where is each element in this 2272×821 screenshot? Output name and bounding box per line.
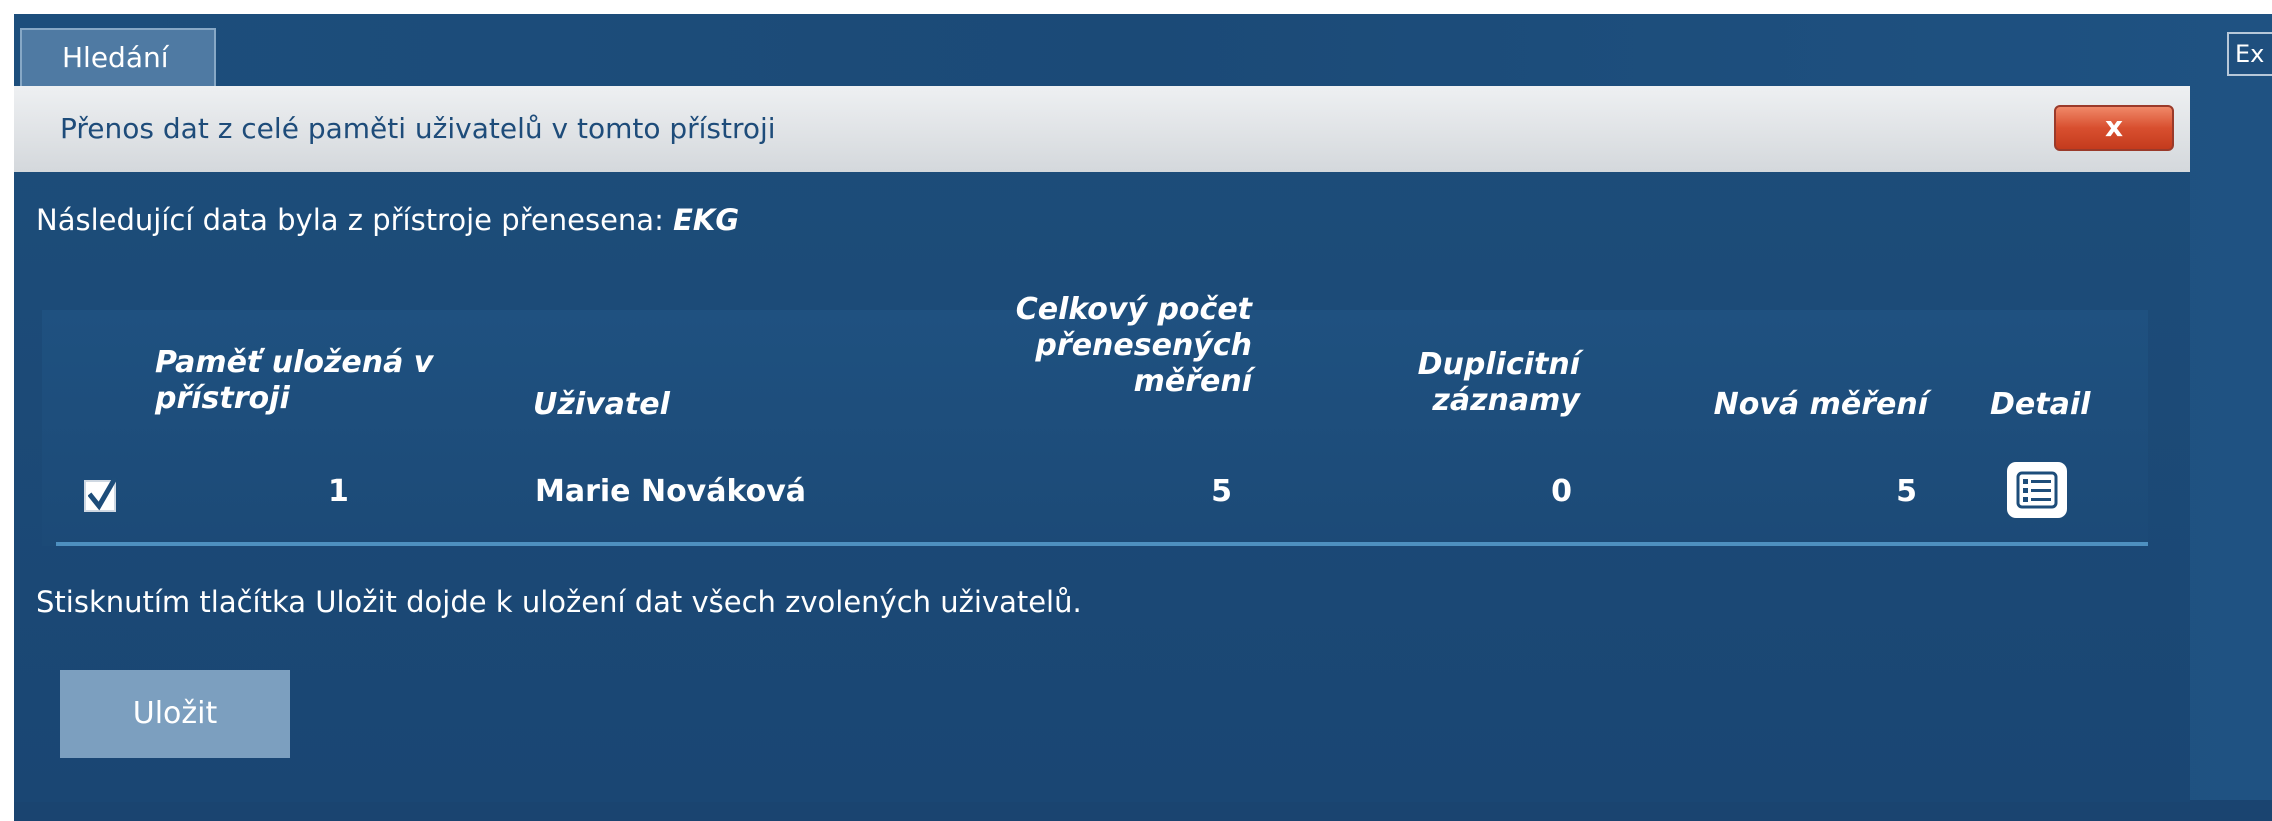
col-header-dup-line2: záznamy: [1432, 383, 1580, 418]
exit-button[interactable]: Ex: [2227, 32, 2272, 76]
col-header-memory-line2: přístroji: [155, 381, 290, 416]
list-icon: [2016, 471, 2058, 509]
transfer-info-text: Následující data byla z přístroje přenes…: [36, 203, 664, 237]
col-header-detail: Detail: [1990, 387, 2091, 422]
row-select-checkbox[interactable]: [84, 478, 118, 512]
app-bottom-band: [14, 800, 2272, 821]
save-button[interactable]: Uložit: [60, 670, 290, 758]
col-header-total-line3: měření: [1133, 364, 1252, 399]
col-header-memory-line1: Paměť uložená v: [155, 345, 434, 380]
cell-total: 5: [1211, 474, 1232, 509]
close-icon: x: [2104, 110, 2124, 143]
table-divider: [56, 542, 2148, 546]
cell-user: Marie Nováková: [535, 474, 807, 509]
col-header-new: Nová měření: [1713, 387, 1928, 422]
detail-button[interactable]: [2007, 462, 2067, 518]
col-header-total: Celkový počet přenesených měření: [980, 292, 1252, 400]
col-header-memory: Paměť uložená v přístroji: [155, 345, 433, 417]
save-hint-text: Stisknutím tlačítka Uložit dojde k ulože…: [36, 585, 1082, 619]
col-header-total-line1: Celkový počet: [1015, 292, 1252, 327]
col-header-dup-line1: Duplicitní: [1417, 347, 1580, 382]
col-header-user: Uživatel: [533, 387, 670, 422]
transfer-data-type: EKG: [673, 203, 740, 237]
transfer-info: Následující data byla z přístroje přenes…: [36, 200, 739, 240]
cell-duplicates: 0: [1551, 474, 1572, 509]
dialog-header: Přenos dat z celé paměti uživatelů v tom…: [14, 86, 2190, 172]
cell-new: 5: [1896, 474, 1917, 509]
cell-memory: 1: [328, 474, 349, 509]
col-header-duplicates: Duplicitní záznamy: [1380, 347, 1580, 419]
col-header-total-line2: přenesených: [1035, 328, 1252, 363]
tab-search[interactable]: Hledání: [20, 28, 216, 86]
close-button[interactable]: x: [2054, 105, 2174, 151]
dialog-title: Přenos dat z celé paměti uživatelů v tom…: [60, 112, 776, 145]
check-icon: [88, 478, 118, 511]
